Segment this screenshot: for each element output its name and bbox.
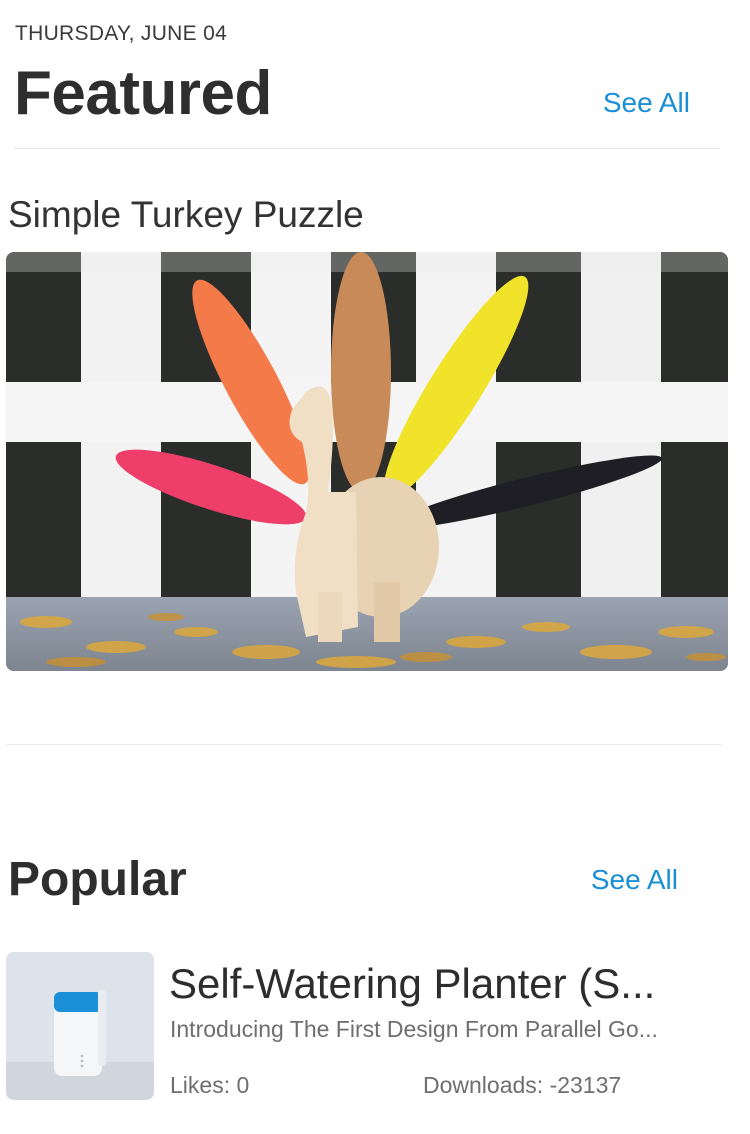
turkey-puzzle-image <box>6 252 728 671</box>
featured-item-image[interactable] <box>6 252 728 671</box>
featured-see-all-link[interactable]: See All <box>603 87 690 119</box>
planter-thumbnail <box>6 952 154 1100</box>
popular-item-likes: Likes: 0 <box>170 1072 250 1098</box>
popular-item-title: Self-Watering Planter (S... <box>169 960 656 1007</box>
popular-item-description: Introducing The First Design From Parall… <box>170 1016 658 1042</box>
popular-heading: Popular <box>8 853 187 906</box>
popular-see-all-link[interactable]: See All <box>591 864 678 896</box>
featured-heading: Featured <box>14 59 272 128</box>
popular-item-downloads: Downloads: -23137 <box>423 1072 622 1098</box>
featured-item-title[interactable]: Simple Turkey Puzzle <box>8 194 364 236</box>
popular-list-item[interactable]: Self-Watering Planter (S... Introducing … <box>6 952 726 1102</box>
date-label: THURSDAY, JUNE 04 <box>15 22 228 45</box>
divider <box>6 744 722 745</box>
divider <box>14 148 720 149</box>
